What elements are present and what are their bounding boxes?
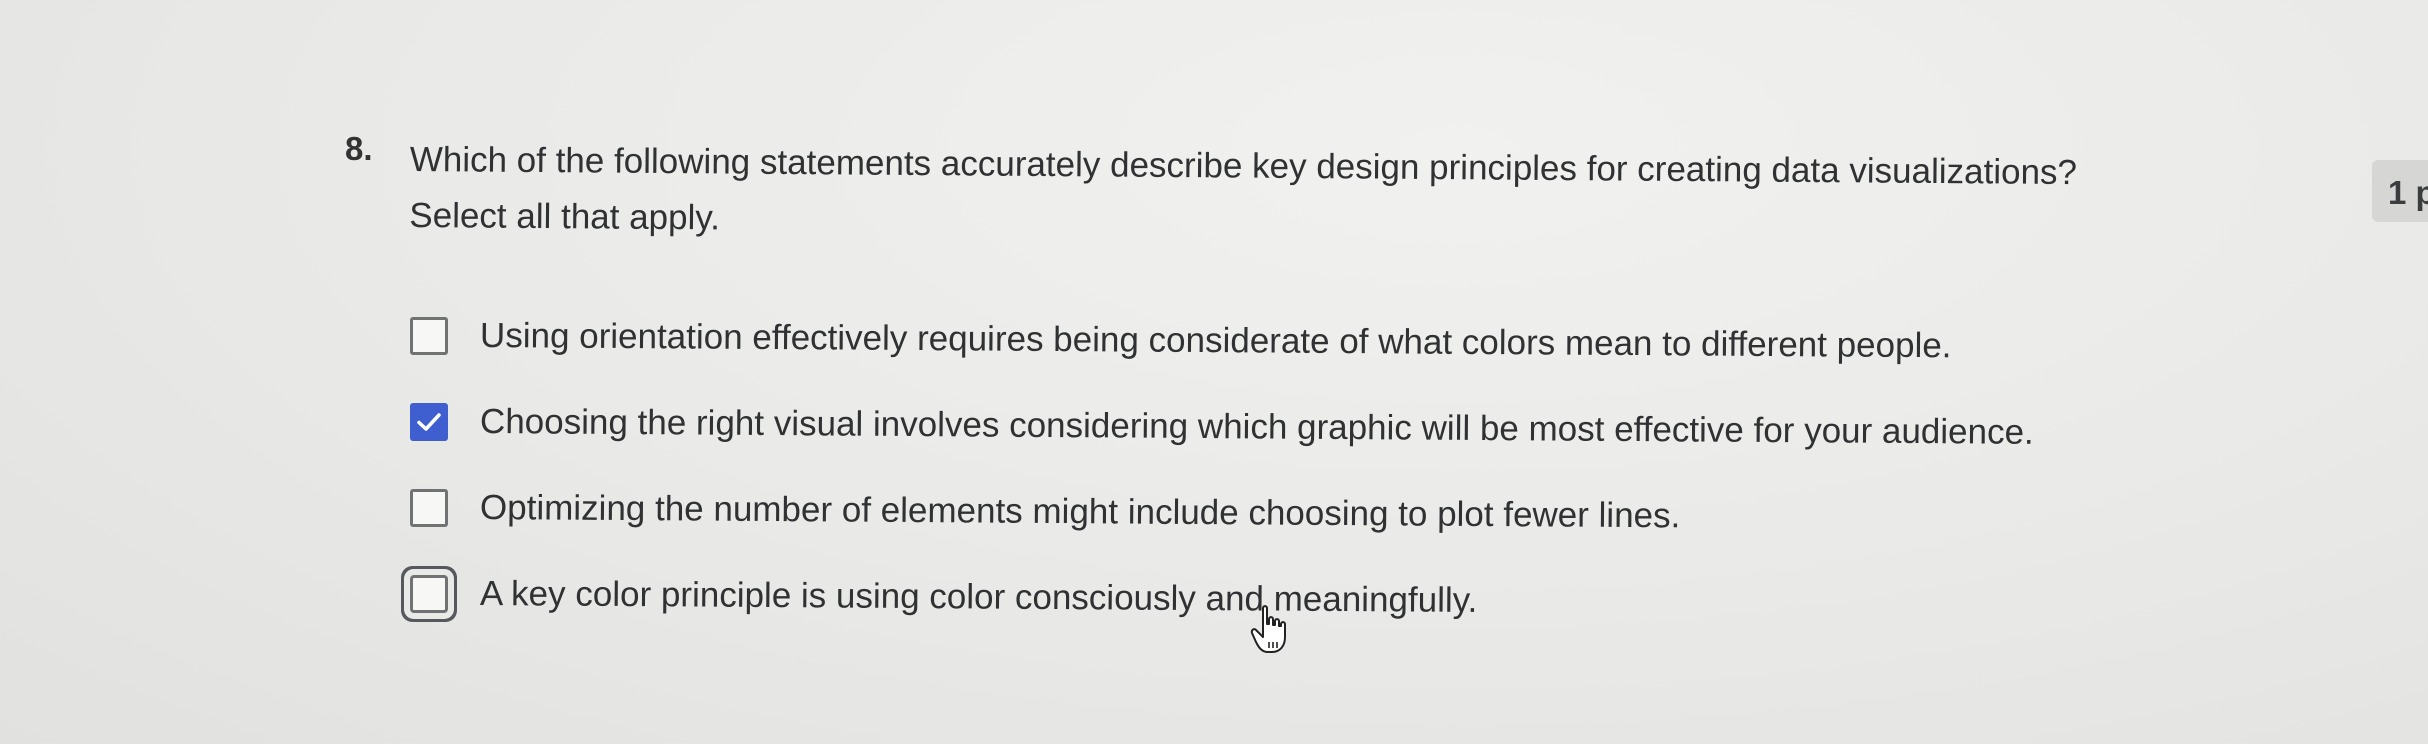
option-1-label[interactable]: Using orientation effectively requires b… — [480, 316, 1952, 366]
points-badge: 1 p — [2372, 160, 2428, 222]
checkmark-icon — [417, 413, 441, 431]
question-prompt: Which of the following statements accura… — [409, 132, 2077, 257]
option-3-checkbox[interactable] — [410, 489, 448, 527]
option-2-label[interactable]: Choosing the right visual involves consi… — [480, 402, 2034, 453]
option-4[interactable]: A key color principle is using color con… — [410, 551, 2034, 637]
option-4-label[interactable]: A key color principle is using color con… — [480, 574, 1478, 621]
option-2[interactable]: Choosing the right visual involves consi… — [410, 379, 2034, 465]
question-number: 8. — [345, 130, 373, 167]
option-2-checkbox[interactable] — [410, 403, 448, 441]
option-3[interactable]: Optimizing the number of elements might … — [410, 465, 2034, 551]
option-4-checkbox[interactable] — [410, 575, 448, 613]
option-1[interactable]: Using orientation effectively requires b… — [410, 293, 2034, 379]
option-1-checkbox[interactable] — [410, 317, 448, 355]
hand-pointer-cursor-icon — [1250, 605, 1286, 653]
option-3-label[interactable]: Optimizing the number of elements might … — [480, 488, 1681, 536]
answer-options: Using orientation effectively requires b… — [410, 293, 2034, 637]
